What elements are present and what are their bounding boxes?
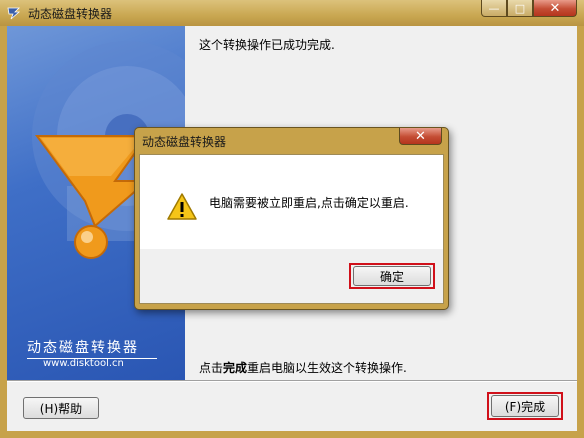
finish-button[interactable]: (F)完成 bbox=[491, 395, 559, 417]
instruction-suffix: 重启电脑以生效这个转换操作. bbox=[247, 361, 407, 375]
help-button[interactable]: (H)帮助 bbox=[23, 397, 99, 419]
ok-button[interactable]: 确定 bbox=[353, 266, 431, 286]
maximize-button[interactable]: □ bbox=[507, 0, 533, 17]
main-window: 动态磁盘转换器 — □ ✕ 动态磁盘转换器 www.disktool.cn 这个… bbox=[0, 0, 584, 438]
instruction-bold: 完成 bbox=[223, 361, 248, 375]
title-bar[interactable]: 动态磁盘转换器 — □ ✕ bbox=[0, 0, 584, 26]
dialog-message: 电脑需要被立即重启,点击确定以重启. bbox=[209, 196, 409, 210]
ok-highlight: 确定 bbox=[349, 263, 435, 289]
window-title: 动态磁盘转换器 bbox=[28, 7, 113, 21]
warning-icon bbox=[167, 193, 197, 220]
app-icon bbox=[7, 7, 21, 20]
window-controls: — □ ✕ bbox=[481, 0, 577, 18]
success-message: 这个转换操作已成功完成. bbox=[199, 38, 335, 52]
banner-url: www.disktool.cn bbox=[43, 358, 124, 369]
close-icon: ✕ bbox=[549, 0, 561, 16]
close-icon: ✕ bbox=[415, 128, 426, 144]
restart-dialog: 动态磁盘转换器 ✕ 电脑需要被立即重启,点击确定以重启. 确定 bbox=[134, 127, 449, 310]
separator bbox=[7, 380, 577, 382]
minimize-icon: — bbox=[488, 1, 500, 15]
maximize-icon: □ bbox=[514, 1, 526, 15]
dialog-title: 动态磁盘转换器 bbox=[142, 135, 227, 149]
close-button[interactable]: ✕ bbox=[533, 0, 577, 17]
restart-instruction: 点击完成重启电脑以生效这个转换操作. bbox=[199, 359, 407, 376]
finish-highlight: (F)完成 bbox=[487, 392, 563, 420]
instruction-prefix: 点击 bbox=[199, 361, 224, 375]
dialog-message-area: 电脑需要被立即重启,点击确定以重启. bbox=[140, 155, 443, 249]
dialog-close-button[interactable]: ✕ bbox=[399, 128, 442, 145]
banner-title: 动态磁盘转换器 bbox=[27, 337, 157, 359]
dialog-client: 电脑需要被立即重启,点击确定以重启. 确定 bbox=[139, 154, 444, 304]
minimize-button[interactable]: — bbox=[481, 0, 507, 17]
